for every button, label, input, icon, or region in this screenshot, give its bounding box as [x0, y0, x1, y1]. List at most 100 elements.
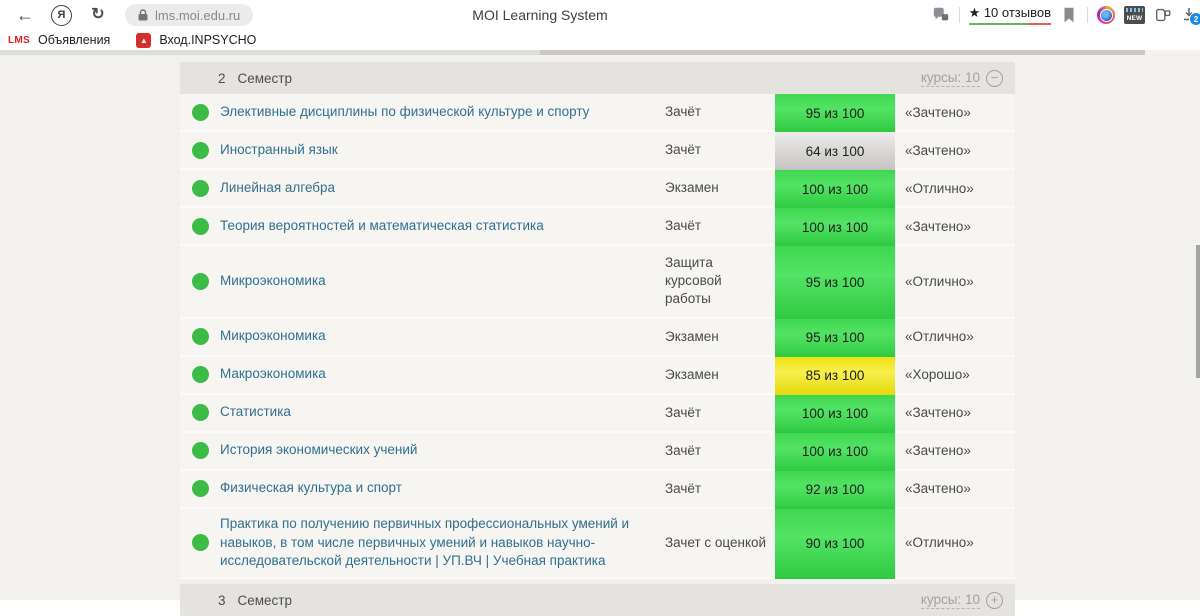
grade-text: «Зачтено»	[905, 405, 971, 421]
course-name-cell: Линейная алгебра	[180, 170, 665, 206]
score-badge: 95 из 100	[775, 318, 895, 357]
grade-text: «Зачтено»	[905, 142, 971, 158]
course-link[interactable]: Микроэкономика	[220, 266, 350, 297]
score-badge: 95 из 100	[775, 246, 895, 319]
download-button[interactable]: 2	[1181, 6, 1200, 26]
course-name-cell: Физическая культура и спорт	[180, 471, 665, 507]
vertical-scrollbar[interactable]	[1196, 245, 1200, 378]
extension-lens-icon[interactable]	[1097, 6, 1115, 24]
course-name-cell: Иностранный язык	[180, 132, 665, 168]
assessment-type: Зачёт	[665, 404, 702, 420]
inpsycho-favicon: ▲	[136, 32, 152, 48]
status-dot-icon	[192, 480, 209, 498]
grade-text: «Зачтено»	[905, 443, 971, 459]
course-row: Макроэкономика Экзамен 85 из 100 «Хорошо…	[180, 356, 1015, 395]
course-link[interactable]: Практика по получению первичных професси…	[220, 509, 665, 578]
grades-table: 2 Семестр курсы: 10 − Элективные дисципл…	[180, 62, 1015, 616]
course-row: Иностранный язык Зачёт 64 из 100 «Зачтен…	[180, 132, 1015, 170]
expand-icon[interactable]: +	[986, 591, 1003, 609]
semester-header: 2 Семестр курсы: 10 −	[180, 62, 1015, 94]
status-dot-icon	[192, 442, 209, 460]
grade-text: «Зачтено»	[905, 218, 971, 234]
protect-icon[interactable]	[932, 6, 950, 24]
status-dot-icon	[192, 328, 209, 346]
course-name-cell: Микроэкономика	[180, 246, 665, 317]
course-name-cell: История экономических учений	[180, 433, 665, 469]
refresh-icon[interactable]: ↻	[83, 1, 113, 29]
score-badge: 95 из 100	[775, 94, 895, 132]
score-badge: 100 из 100	[775, 208, 895, 246]
assessment-type: Зачёт	[665, 103, 702, 119]
course-name-cell: Макроэкономика	[180, 357, 665, 393]
course-row: Статистика Зачёт 100 из 100 «Зачтено»	[180, 394, 1015, 433]
course-row: Микроэкономика Экзамен 95 из 100 «Отличн…	[180, 318, 1015, 357]
score-badge: 100 из 100	[775, 170, 895, 208]
assessment-type: Экзамен	[665, 366, 719, 382]
lms-favicon: LMS	[8, 34, 31, 46]
course-rows: Элективные дисциплины по физической куль…	[180, 94, 1015, 580]
grade-text: «Отлично»	[905, 273, 974, 289]
course-row: Микроэкономика Защита курсовой работы 95…	[180, 246, 1015, 319]
rating-bar	[968, 23, 1051, 25]
grade-text: «Отлично»	[905, 180, 974, 196]
grade-text: «Зачтено»	[905, 481, 971, 497]
lock-icon	[138, 9, 148, 21]
page-top-strip	[0, 50, 1200, 55]
bookmark-item-announcements[interactable]: Объявления	[38, 33, 110, 47]
course-link[interactable]: Микроэкономика	[220, 321, 350, 352]
course-link[interactable]: Линейная алгебра	[220, 173, 359, 204]
assessment-type: Зачёт	[665, 141, 702, 157]
web-page: 2 Семестр курсы: 10 − Элективные дисципл…	[0, 48, 1200, 616]
extension-new-icon[interactable]: NEW	[1124, 6, 1145, 24]
score-badge: 92 из 100	[775, 470, 895, 509]
course-link[interactable]: История экономических учений	[220, 435, 441, 466]
bookmarks-bar: LMS Объявления ▲ Вход.INPSYCHO	[0, 30, 1200, 50]
courses-count-link[interactable]: курсы: 10	[920, 592, 980, 609]
course-name-cell: Статистика	[180, 395, 665, 431]
reviews-text: ★ 10 отзывов	[968, 5, 1051, 20]
course-name-cell: Микроэкономика	[180, 319, 665, 355]
assessment-type: Зачёт	[665, 480, 702, 496]
assessment-type: Экзамен	[665, 179, 719, 195]
collections-tag-icon[interactable]	[1154, 6, 1172, 24]
course-name-cell: Теория вероятностей и математическая ста…	[180, 208, 665, 244]
address-bar[interactable]: lms.moi.edu.ru	[125, 4, 254, 26]
course-name-cell: Элективные дисциплины по физической куль…	[180, 94, 665, 130]
bookmark-item-inpsycho[interactable]: Вход.INPSYCHO	[159, 33, 256, 47]
score-badge: 100 из 100	[775, 432, 895, 471]
status-dot-icon	[192, 534, 209, 552]
grade-text: «Зачтено»	[905, 104, 971, 120]
course-link[interactable]: Элективные дисциплины по физической куль…	[220, 97, 613, 128]
course-row: История экономических учений Зачёт 100 и…	[180, 432, 1015, 471]
reviews-rating[interactable]: ★ 10 отзывов	[968, 5, 1051, 25]
score-badge: 100 из 100	[775, 394, 895, 433]
course-link[interactable]: Иностранный язык	[220, 135, 362, 166]
assessment-type: Экзамен	[665, 328, 719, 344]
status-dot-icon	[192, 217, 209, 235]
collapse-icon[interactable]: −	[986, 69, 1003, 87]
course-link[interactable]: Физическая культура и спорт	[220, 473, 426, 504]
divider	[1087, 7, 1088, 23]
course-link[interactable]: Теория вероятностей и математическая ста…	[220, 211, 568, 242]
status-dot-icon	[192, 404, 209, 422]
assessment-type: Защита курсовой работы	[665, 255, 722, 307]
course-row: Линейная алгебра Экзамен 100 из 100 «Отл…	[180, 170, 1015, 208]
url-text: lms.moi.edu.ru	[155, 7, 241, 23]
bookmark-icon[interactable]	[1060, 6, 1078, 24]
status-dot-icon	[192, 272, 209, 290]
score-badge: 85 из 100	[775, 356, 895, 395]
browser-toolbar: ← Я ↻ lms.moi.edu.ru MOI Learning System…	[0, 0, 1200, 30]
next-semester-header: 3 Семестр курсы: 10 +	[180, 584, 1015, 616]
course-row: Физическая культура и спорт Зачёт 92 из …	[180, 470, 1015, 509]
assessment-type: Зачёт	[665, 217, 702, 233]
yandex-icon[interactable]: Я	[51, 4, 72, 26]
assessment-type: Зачёт	[665, 442, 702, 458]
new-badge-text: NEW	[1126, 15, 1143, 22]
courses-count-link[interactable]: курсы: 10	[920, 70, 980, 87]
course-link[interactable]: Статистика	[220, 397, 315, 428]
grade-text: «Хорошо»	[905, 367, 970, 383]
back-icon[interactable]: ←	[10, 1, 40, 29]
course-link[interactable]: Макроэкономика	[220, 359, 350, 390]
score-badge: 90 из 100	[775, 508, 895, 580]
course-row: Теория вероятностей и математическая ста…	[180, 208, 1015, 246]
